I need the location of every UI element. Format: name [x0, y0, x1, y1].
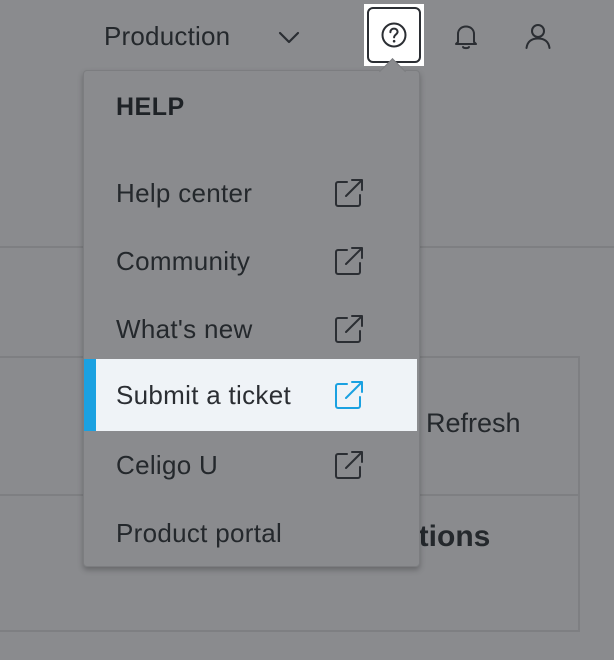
chevron-down-icon — [278, 31, 300, 44]
user-icon[interactable] — [522, 20, 554, 52]
dropdown-title: HELP — [116, 93, 185, 121]
environment-label: Production — [104, 20, 231, 51]
help-button[interactable] — [364, 4, 424, 66]
background-refresh-label: Refresh — [426, 408, 521, 438]
external-link-icon — [335, 315, 363, 343]
active-indicator — [84, 359, 96, 431]
external-link-icon — [335, 451, 363, 479]
top-header: Production — [0, 0, 614, 71]
menu-item-label: Product portal — [116, 517, 283, 548]
help-button-frame — [367, 7, 421, 63]
menu-item-label: Help center — [116, 177, 253, 208]
menu-item-community[interactable]: Community — [84, 225, 417, 297]
menu-item-help-center[interactable]: Help center — [84, 157, 417, 229]
menu-item-label: Celigo U — [116, 449, 219, 480]
menu-item-submit-ticket[interactable]: Submit a ticket — [84, 359, 417, 431]
menu-item-product-portal[interactable]: Product portal — [84, 497, 417, 569]
menu-item-label: Submit a ticket — [116, 379, 292, 410]
external-link-icon — [335, 381, 363, 409]
external-link-icon — [335, 247, 363, 275]
bell-icon[interactable] — [450, 20, 482, 52]
menu-item-label: Community — [116, 245, 251, 276]
environment-selector[interactable]: Production — [104, 18, 300, 54]
menu-item-celigo-u[interactable]: Celigo U — [84, 429, 417, 501]
menu-item-label: What's new — [116, 313, 253, 344]
external-link-icon — [335, 179, 363, 207]
menu-item-whats-new[interactable]: What's new — [84, 293, 417, 365]
help-circle-icon — [381, 22, 407, 48]
help-dropdown-menu: HELP Help center Community What's new Su… — [83, 70, 420, 567]
